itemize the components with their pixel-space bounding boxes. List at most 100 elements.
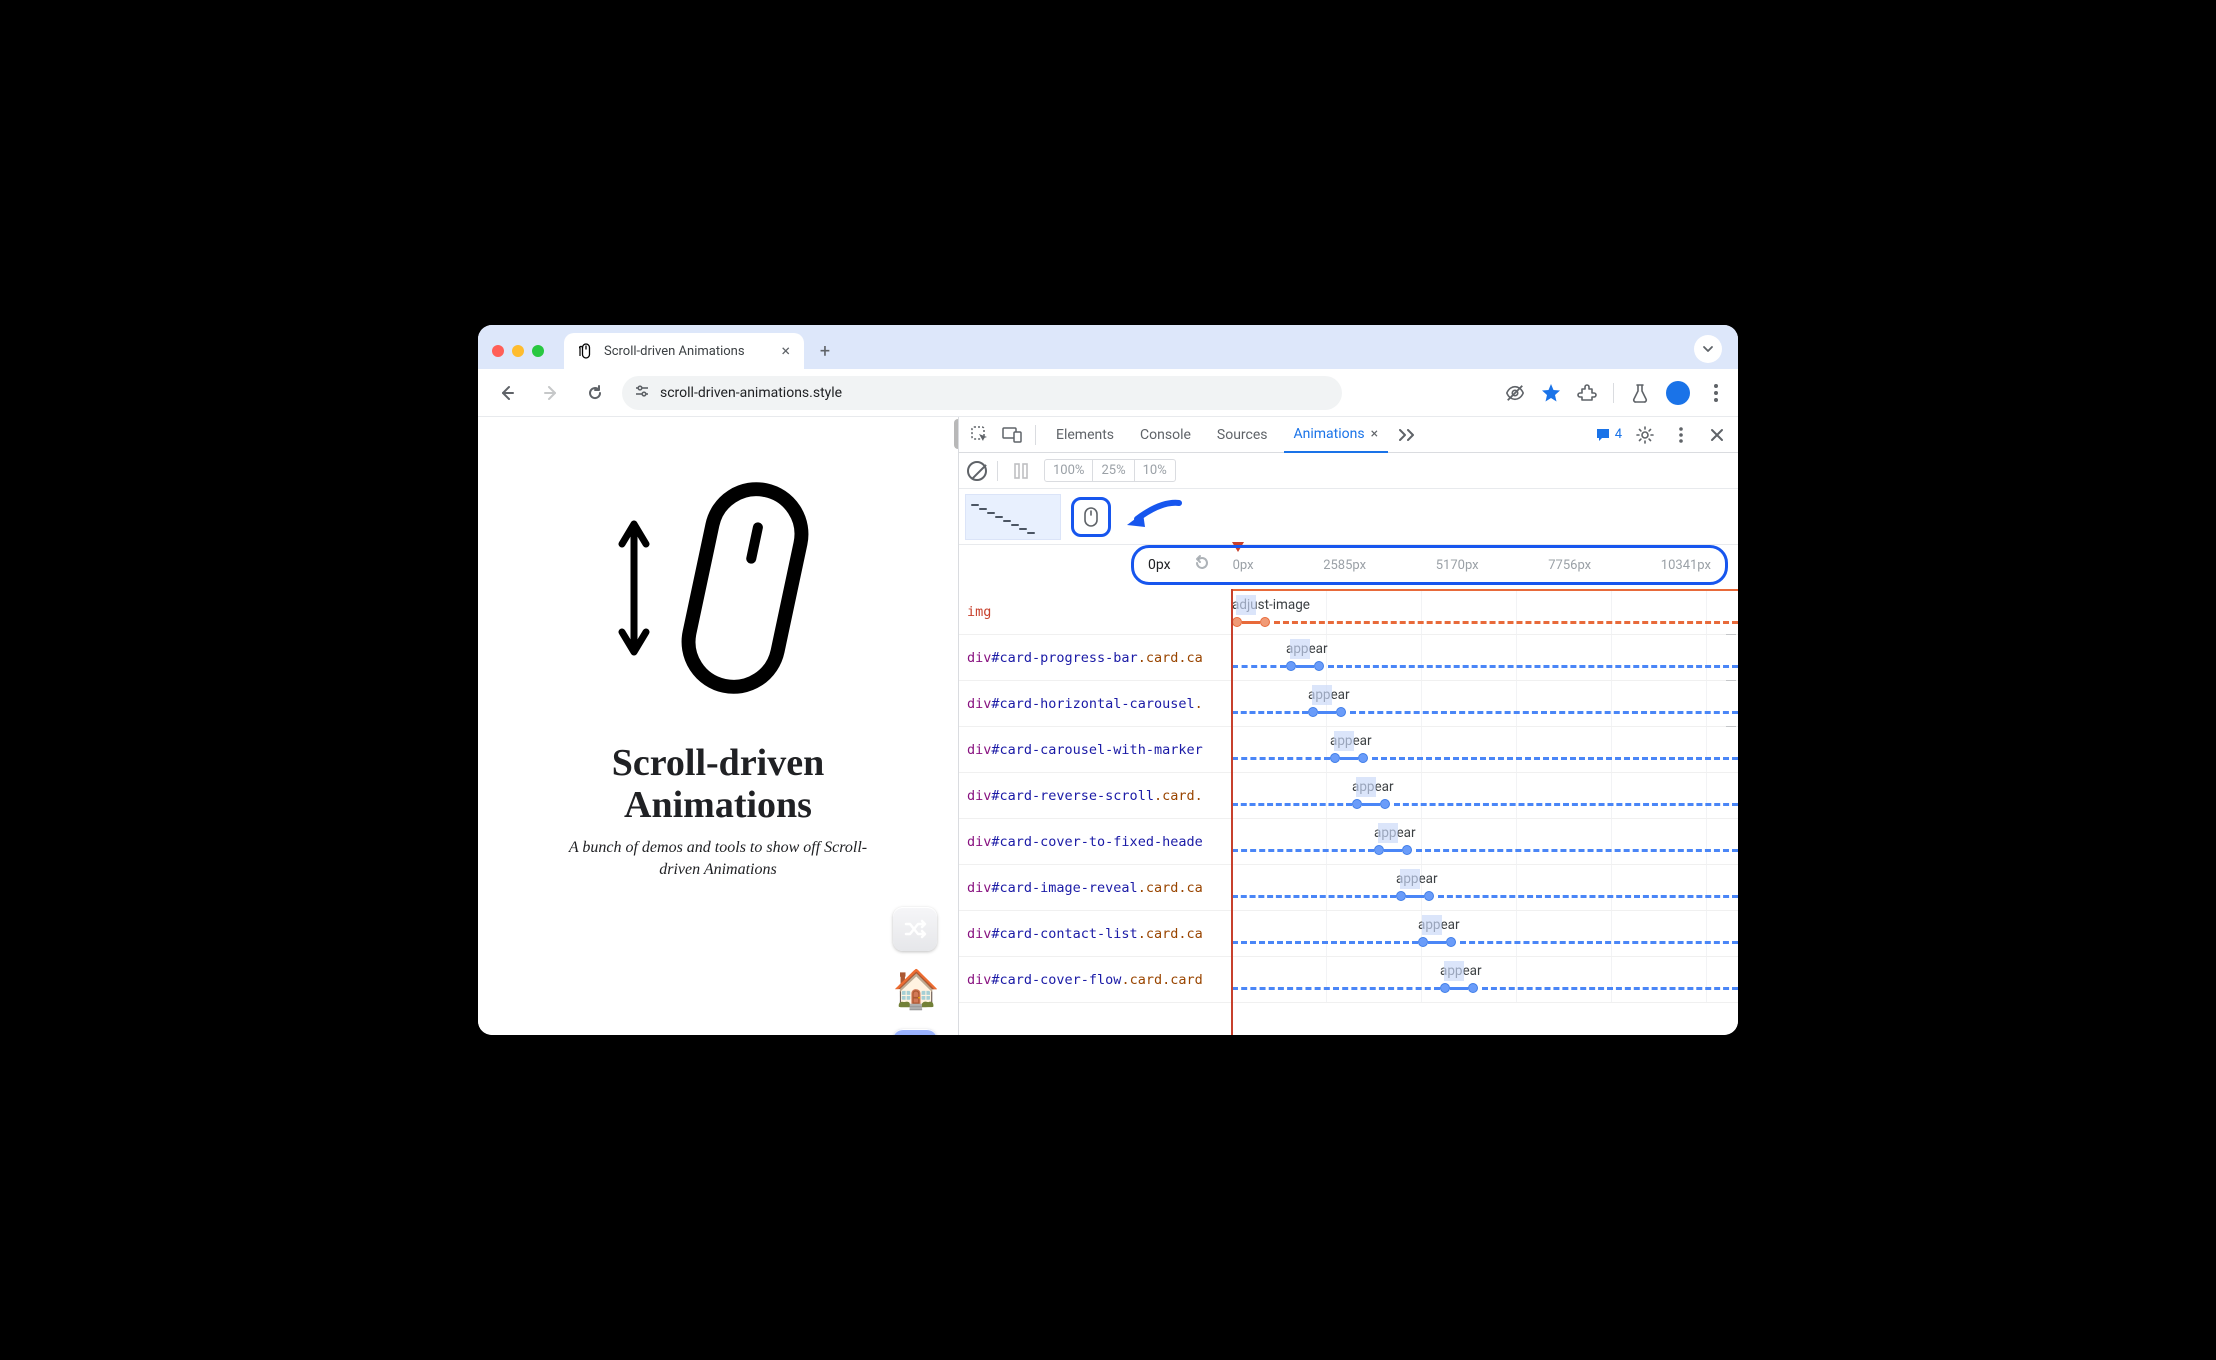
track-selector[interactable]: div#card-cover-flow.card.card — [959, 957, 1231, 1002]
animation-segment[interactable]: appear — [1330, 733, 1738, 767]
animation-bar[interactable] — [1308, 703, 1738, 721]
animation-name: appear — [1418, 917, 1738, 933]
minimize-window-button[interactable] — [512, 345, 524, 357]
scroll-driven-badge[interactable] — [1071, 497, 1111, 537]
animation-bar[interactable] — [1286, 657, 1738, 675]
close-devtools-icon[interactable] — [1704, 422, 1730, 448]
track-row[interactable]: div#card-carousel-with-marker appear — [959, 727, 1738, 773]
track-selector[interactable]: div#card-progress-bar.card.ca — [959, 635, 1231, 680]
address-bar[interactable]: scroll-driven-animations.style — [622, 376, 1342, 410]
close-tab-icon[interactable]: × — [781, 343, 790, 359]
track-row[interactable]: div#card-cover-to-fixed-heade appear — [959, 819, 1738, 865]
track-lane[interactable]: appear — [1231, 681, 1738, 726]
page-subheading: A bunch of demos and tools to show off S… — [553, 837, 883, 882]
animation-bar[interactable] — [1352, 795, 1738, 813]
back-button[interactable] — [490, 376, 524, 410]
animation-name: appear — [1352, 779, 1738, 795]
arrow-left-icon — [498, 384, 516, 402]
settings-gear-icon[interactable] — [1632, 422, 1658, 448]
profile-avatar[interactable] — [1666, 381, 1690, 405]
current-position: 0px — [1148, 557, 1171, 573]
maximize-window-button[interactable] — [532, 345, 544, 357]
extensions-icon[interactable] — [1577, 383, 1597, 403]
devtools-tabbar: Elements Console Sources Animations× 4 — [959, 417, 1738, 453]
track-selector[interactable]: div#card-contact-list.card.ca — [959, 911, 1231, 956]
animation-thumbnail[interactable] — [965, 494, 1061, 540]
animation-segment[interactable]: appear — [1308, 687, 1738, 721]
kebab-menu-icon[interactable] — [1706, 383, 1726, 403]
close-window-button[interactable] — [492, 345, 504, 357]
animation-segment[interactable]: appear — [1418, 917, 1738, 951]
animation-bar[interactable] — [1232, 613, 1738, 631]
new-tab-button[interactable]: + — [810, 336, 840, 366]
track-lane[interactable]: appear — [1231, 957, 1738, 1002]
track-row[interactable]: div#card-horizontal-carousel. appear — [959, 681, 1738, 727]
track-lane[interactable]: adjust-image — [1231, 589, 1738, 634]
track-selector[interactable]: img — [959, 589, 1231, 634]
track-selector[interactable]: div#card-carousel-with-marker — [959, 727, 1231, 772]
playhead-line[interactable] — [1231, 589, 1233, 1035]
replay-icon[interactable] — [1193, 554, 1211, 576]
animation-bar[interactable] — [1418, 933, 1738, 951]
track-lane[interactable]: appear — [1231, 635, 1738, 680]
speed-selector[interactable]: 100% 25% 10% — [1044, 459, 1176, 482]
tab-title: Scroll-driven Animations — [604, 344, 745, 359]
shuffle-button[interactable] — [893, 907, 937, 951]
reload-button[interactable] — [578, 376, 612, 410]
tab-search-button[interactable] — [1694, 335, 1722, 363]
animation-bar[interactable] — [1330, 749, 1738, 767]
animation-segment[interactable]: appear — [1286, 641, 1738, 675]
animation-segment[interactable]: appear — [1440, 963, 1738, 997]
forward-button[interactable] — [534, 376, 568, 410]
devtools-kebab-icon[interactable] — [1668, 422, 1694, 448]
pause-icon[interactable] — [1008, 458, 1034, 484]
tab-sources[interactable]: Sources — [1207, 417, 1278, 453]
track-lane[interactable]: appear — [1231, 865, 1738, 910]
animation-bar[interactable] — [1440, 979, 1738, 997]
divider — [997, 461, 998, 481]
toolbar: scroll-driven-animations.style — [478, 369, 1738, 417]
close-panel-icon[interactable]: × — [1371, 426, 1378, 442]
bookmark-star-icon[interactable] — [1541, 383, 1561, 403]
track-selector[interactable]: div#card-cover-to-fixed-heade — [959, 819, 1231, 864]
animation-tracks: imgadjust-imagediv#card-progress-bar.car… — [959, 589, 1738, 1035]
track-lane[interactable]: appear — [1231, 727, 1738, 772]
track-selector[interactable]: div#card-image-reveal.card.ca — [959, 865, 1231, 910]
track-row[interactable]: div#card-reverse-scroll.card. appear — [959, 773, 1738, 819]
webpage-viewport[interactable]: Scroll-drivenAnimations A bunch of demos… — [478, 417, 958, 1035]
clear-icon[interactable] — [967, 461, 987, 481]
info-button[interactable]: i — [893, 1029, 937, 1035]
animation-preview-row — [959, 489, 1738, 545]
animation-segment[interactable]: appear — [1352, 779, 1738, 813]
animation-name: appear — [1374, 825, 1738, 841]
animation-name: appear — [1440, 963, 1738, 979]
animation-bar[interactable] — [1396, 887, 1738, 905]
timeline-ruler[interactable]: 0px 0px 2585px 5170px 7756px 10341px — [1131, 545, 1728, 585]
track-lane[interactable]: appear — [1231, 773, 1738, 818]
device-toggle-icon[interactable] — [999, 422, 1025, 448]
animation-segment[interactable]: appear — [1396, 871, 1738, 905]
messages-badge[interactable]: 4 — [1595, 427, 1622, 443]
tab-console[interactable]: Console — [1130, 417, 1201, 453]
site-settings-icon[interactable] — [634, 383, 650, 403]
track-selector[interactable]: div#card-horizontal-carousel. — [959, 681, 1231, 726]
more-tabs-icon[interactable] — [1394, 422, 1420, 448]
inspect-element-icon[interactable] — [967, 422, 993, 448]
track-row[interactable]: div#card-image-reveal.card.ca appear — [959, 865, 1738, 911]
track-row[interactable]: div#card-contact-list.card.ca appear — [959, 911, 1738, 957]
eye-off-icon[interactable] — [1505, 383, 1525, 403]
browser-tab[interactable]: Scroll-driven Animations × — [564, 333, 804, 369]
track-selector[interactable]: div#card-reverse-scroll.card. — [959, 773, 1231, 818]
tab-elements[interactable]: Elements — [1046, 417, 1124, 453]
labs-icon[interactable] — [1630, 383, 1650, 403]
track-row[interactable]: imgadjust-image — [959, 589, 1738, 635]
tab-animations[interactable]: Animations× — [1284, 417, 1389, 453]
home-button[interactable]: 🏠 — [893, 971, 940, 1009]
track-lane[interactable]: appear — [1231, 819, 1738, 864]
animation-segment[interactable]: appear — [1374, 825, 1738, 859]
animation-segment[interactable]: adjust-image — [1232, 597, 1738, 631]
track-lane[interactable]: appear — [1231, 911, 1738, 956]
animation-bar[interactable] — [1374, 841, 1738, 859]
track-row[interactable]: div#card-progress-bar.card.ca appear — [959, 635, 1738, 681]
track-row[interactable]: div#card-cover-flow.card.card appear — [959, 957, 1738, 1003]
